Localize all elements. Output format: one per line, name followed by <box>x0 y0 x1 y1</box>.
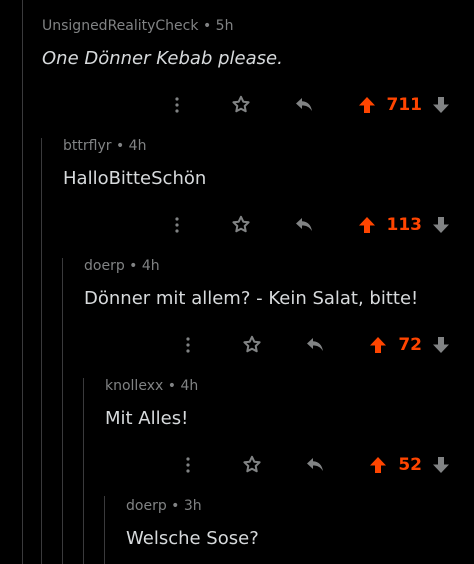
timestamp: 4h <box>180 378 199 394</box>
vote-score: 52 <box>398 455 422 475</box>
timestamp: 3h <box>183 498 202 514</box>
upvote-button[interactable] <box>367 450 389 480</box>
reply-button[interactable] <box>290 210 318 240</box>
upvote-arrow-icon <box>370 337 386 353</box>
more-vertical-icon <box>175 97 179 113</box>
comment-meta: doerp • 3h <box>126 498 202 514</box>
comment-body: Mit Alles! <box>105 408 189 429</box>
downvote-arrow-icon <box>433 457 449 473</box>
reply-icon <box>296 218 312 231</box>
downvote-button[interactable] <box>430 330 452 360</box>
downvote-arrow-icon <box>433 217 449 233</box>
meta-separator: • <box>167 378 181 394</box>
upvote-arrow-icon <box>359 217 375 233</box>
reply-button[interactable] <box>301 450 329 480</box>
comment-body: One Dönner Kebab please. <box>42 48 283 69</box>
upvote-button[interactable] <box>356 90 378 120</box>
vote-score: 711 <box>386 95 423 115</box>
thread-line-level-5[interactable] <box>104 496 105 564</box>
comment-meta: doerp • 4h <box>84 258 160 274</box>
reply-button[interactable] <box>290 90 318 120</box>
more-options-button[interactable] <box>177 450 199 480</box>
downvote-arrow-icon <box>433 97 449 113</box>
award-button[interactable] <box>238 450 266 480</box>
award-icon <box>232 215 250 233</box>
author-name[interactable]: bttrflyr <box>63 138 111 154</box>
reply-icon <box>307 338 323 351</box>
author-name[interactable]: doerp <box>126 498 167 514</box>
award-button[interactable] <box>238 330 266 360</box>
meta-separator: • <box>171 498 184 514</box>
award-icon <box>243 335 261 353</box>
more-options-button[interactable] <box>166 210 188 240</box>
downvote-arrow-icon <box>433 337 449 353</box>
upvote-arrow-icon <box>370 457 386 473</box>
upvote-button[interactable] <box>367 330 389 360</box>
vote-score: 72 <box>398 335 422 355</box>
more-vertical-icon <box>175 217 179 233</box>
author-name[interactable]: knollexx <box>105 378 163 394</box>
timestamp: 4h <box>141 258 160 274</box>
reply-button[interactable] <box>301 330 329 360</box>
vote-score: 113 <box>386 215 423 235</box>
comment-body: Welsche Sose? <box>126 528 259 549</box>
comment-actions: 711 <box>0 90 474 120</box>
more-options-button[interactable] <box>177 330 199 360</box>
award-icon <box>243 455 261 473</box>
award-button[interactable] <box>227 90 255 120</box>
upvote-arrow-icon <box>359 97 375 113</box>
comment-meta: bttrflyr • 4h <box>63 138 146 154</box>
meta-separator: • <box>202 18 216 34</box>
comment-actions: 52 <box>0 450 474 480</box>
downvote-button[interactable] <box>430 450 452 480</box>
author-name[interactable]: UnsignedRealityCheck <box>42 18 198 34</box>
reply-icon <box>307 458 323 471</box>
reply-icon <box>296 98 312 111</box>
more-options-button[interactable] <box>166 90 188 120</box>
meta-separator: • <box>115 138 129 154</box>
timestamp: 4h <box>128 138 147 154</box>
award-icon <box>232 95 250 113</box>
timestamp: 5h <box>215 18 234 34</box>
more-vertical-icon <box>186 457 190 473</box>
downvote-button[interactable] <box>430 90 452 120</box>
downvote-button[interactable] <box>430 210 452 240</box>
comment-body: HalloBitteSchön <box>63 168 207 189</box>
comment-meta: knollexx • 4h <box>105 378 198 394</box>
comment-meta: UnsignedRealityCheck • 5h <box>42 18 233 34</box>
award-button[interactable] <box>227 210 255 240</box>
thread-line-level-3[interactable] <box>62 258 63 564</box>
comment-actions: 113 <box>0 210 474 240</box>
author-name[interactable]: doerp <box>84 258 125 274</box>
upvote-button[interactable] <box>356 210 378 240</box>
comment-actions: 72 <box>0 330 474 360</box>
meta-separator: • <box>129 258 142 274</box>
comment-body: Dönner mit allem? - Kein Salat, bitte! <box>84 288 419 309</box>
more-vertical-icon <box>186 337 190 353</box>
